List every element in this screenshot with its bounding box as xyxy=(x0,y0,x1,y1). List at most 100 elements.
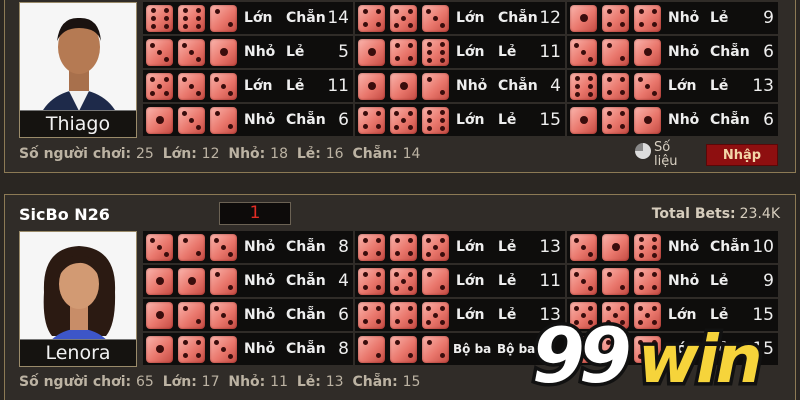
stats-link-label: Số liệu xyxy=(654,140,678,169)
die-face-6-icon xyxy=(146,4,173,32)
odd-label: Lẻ: xyxy=(296,374,321,390)
die-pip xyxy=(433,312,438,318)
die-pip xyxy=(182,76,187,82)
die-face-2-icon xyxy=(178,233,205,261)
result-row: Nhỏ Chẵn 6 xyxy=(143,299,353,331)
die-pip xyxy=(195,319,201,324)
dealer-avatar[interactable]: Thiago xyxy=(19,2,137,138)
results-column: Lớn Chẵn 12 Lớn Lẻ 11 Nhỏ Chẵn 4 Lớn Lẻ 15 xyxy=(355,2,565,138)
die-pip xyxy=(182,7,188,13)
die-face-1-icon xyxy=(570,106,597,134)
die-pip xyxy=(375,9,381,14)
result-size: Lớn xyxy=(456,112,485,128)
result-sum: 6 xyxy=(338,110,349,130)
die-face-4-icon xyxy=(634,4,661,32)
die-pip xyxy=(426,272,432,277)
die-face-5-icon xyxy=(390,106,417,134)
die-pip xyxy=(164,56,169,62)
small-count: 18 xyxy=(270,146,288,162)
die-pip xyxy=(426,305,431,311)
result-row: Lớn Lẻ 13 xyxy=(355,231,565,263)
die-pip xyxy=(439,57,445,63)
die-pip xyxy=(394,306,400,311)
die-pip xyxy=(587,75,593,81)
result-parity: Chẵn xyxy=(710,239,750,255)
die-face-1-icon xyxy=(358,38,385,66)
result-sum: 11 xyxy=(539,271,561,291)
die-pip xyxy=(375,111,381,116)
die-face-5-icon xyxy=(146,72,173,100)
stats-link[interactable]: Số liệu xyxy=(635,141,684,169)
die-pip xyxy=(619,56,625,61)
result-size: Nhỏ xyxy=(668,44,700,60)
die-face-3-icon xyxy=(146,233,173,261)
die-face-5-icon xyxy=(422,233,449,261)
die-pip xyxy=(157,49,162,55)
result-size: Lớn xyxy=(456,273,485,289)
die-pip xyxy=(638,9,644,14)
result-parity: Chẵn xyxy=(286,10,326,26)
result-parity: Lẻ xyxy=(286,78,305,94)
die-face-1-icon xyxy=(146,106,173,134)
enter-table-button[interactable]: Nhập xyxy=(706,144,778,166)
die-pip xyxy=(426,57,432,63)
die-pip xyxy=(439,285,445,290)
die-pip xyxy=(196,56,201,62)
die-pip xyxy=(362,111,368,116)
die-face-2-icon xyxy=(210,4,237,32)
die-pip xyxy=(394,56,400,61)
dealer-avatar[interactable]: Lenora xyxy=(19,231,137,367)
result-parity: Lẻ xyxy=(498,44,517,60)
die-pip xyxy=(638,272,644,277)
odd-label: Lẻ: xyxy=(296,146,321,162)
die-pip xyxy=(399,82,408,90)
die-pip xyxy=(407,353,413,358)
small-label: Nhỏ: xyxy=(228,146,266,162)
die-pip xyxy=(440,305,445,311)
die-face-1-icon xyxy=(146,301,173,329)
result-parity: Chẵn xyxy=(286,307,326,323)
die-face-2-icon xyxy=(422,267,449,295)
die-pip xyxy=(362,272,368,277)
die-pip xyxy=(581,278,586,284)
die-pip xyxy=(375,285,381,290)
die-pip xyxy=(401,278,406,284)
result-size: Nhỏ xyxy=(668,10,700,26)
die-pip xyxy=(164,251,169,257)
even-count: 15 xyxy=(402,374,421,390)
die-pip xyxy=(367,82,376,90)
die-pip xyxy=(375,124,381,129)
die-pip xyxy=(619,111,625,116)
result-row: Lớn Chẵn 12 xyxy=(355,2,565,34)
result-sum: 4 xyxy=(550,76,561,96)
result-parity: Lẻ xyxy=(286,44,305,60)
result-parity: Chẵn xyxy=(286,239,326,255)
die-face-3-icon xyxy=(570,267,597,295)
die-pip xyxy=(574,42,579,48)
result-row: Lớn Lẻ 13 xyxy=(567,70,778,102)
die-pip xyxy=(163,23,169,29)
die-pip xyxy=(214,111,220,116)
players-label: Số người chơi: xyxy=(19,374,132,390)
die-pip xyxy=(439,109,445,115)
die-pip xyxy=(440,237,445,243)
result-row: Lớn Lẻ 11 xyxy=(355,36,565,68)
die-face-3-icon xyxy=(178,72,205,100)
die-pip xyxy=(440,319,445,325)
die-pip xyxy=(440,251,445,257)
die-face-1-icon xyxy=(634,38,661,66)
die-pip xyxy=(228,353,233,359)
result-size: Nhỏ xyxy=(244,112,276,128)
die-pip xyxy=(408,124,413,130)
die-pip xyxy=(638,252,644,258)
result-sum: 9 xyxy=(763,271,774,291)
total-bets: Total Bets: 23.4K xyxy=(652,206,780,222)
result-parity: Lẻ xyxy=(498,112,517,128)
die-face-4-icon xyxy=(390,233,417,261)
even-count: 14 xyxy=(402,146,421,162)
die-pip xyxy=(407,43,413,48)
die-pip xyxy=(588,251,593,257)
die-pip xyxy=(574,83,580,89)
die-face-3-icon xyxy=(210,301,237,329)
results-grid: Lớn Chẵn 14 Nhỏ Lẻ 5 Lớn Lẻ 11 Nhỏ Chẵn 6 Lớn Chẵn 12 L… xyxy=(143,2,778,138)
